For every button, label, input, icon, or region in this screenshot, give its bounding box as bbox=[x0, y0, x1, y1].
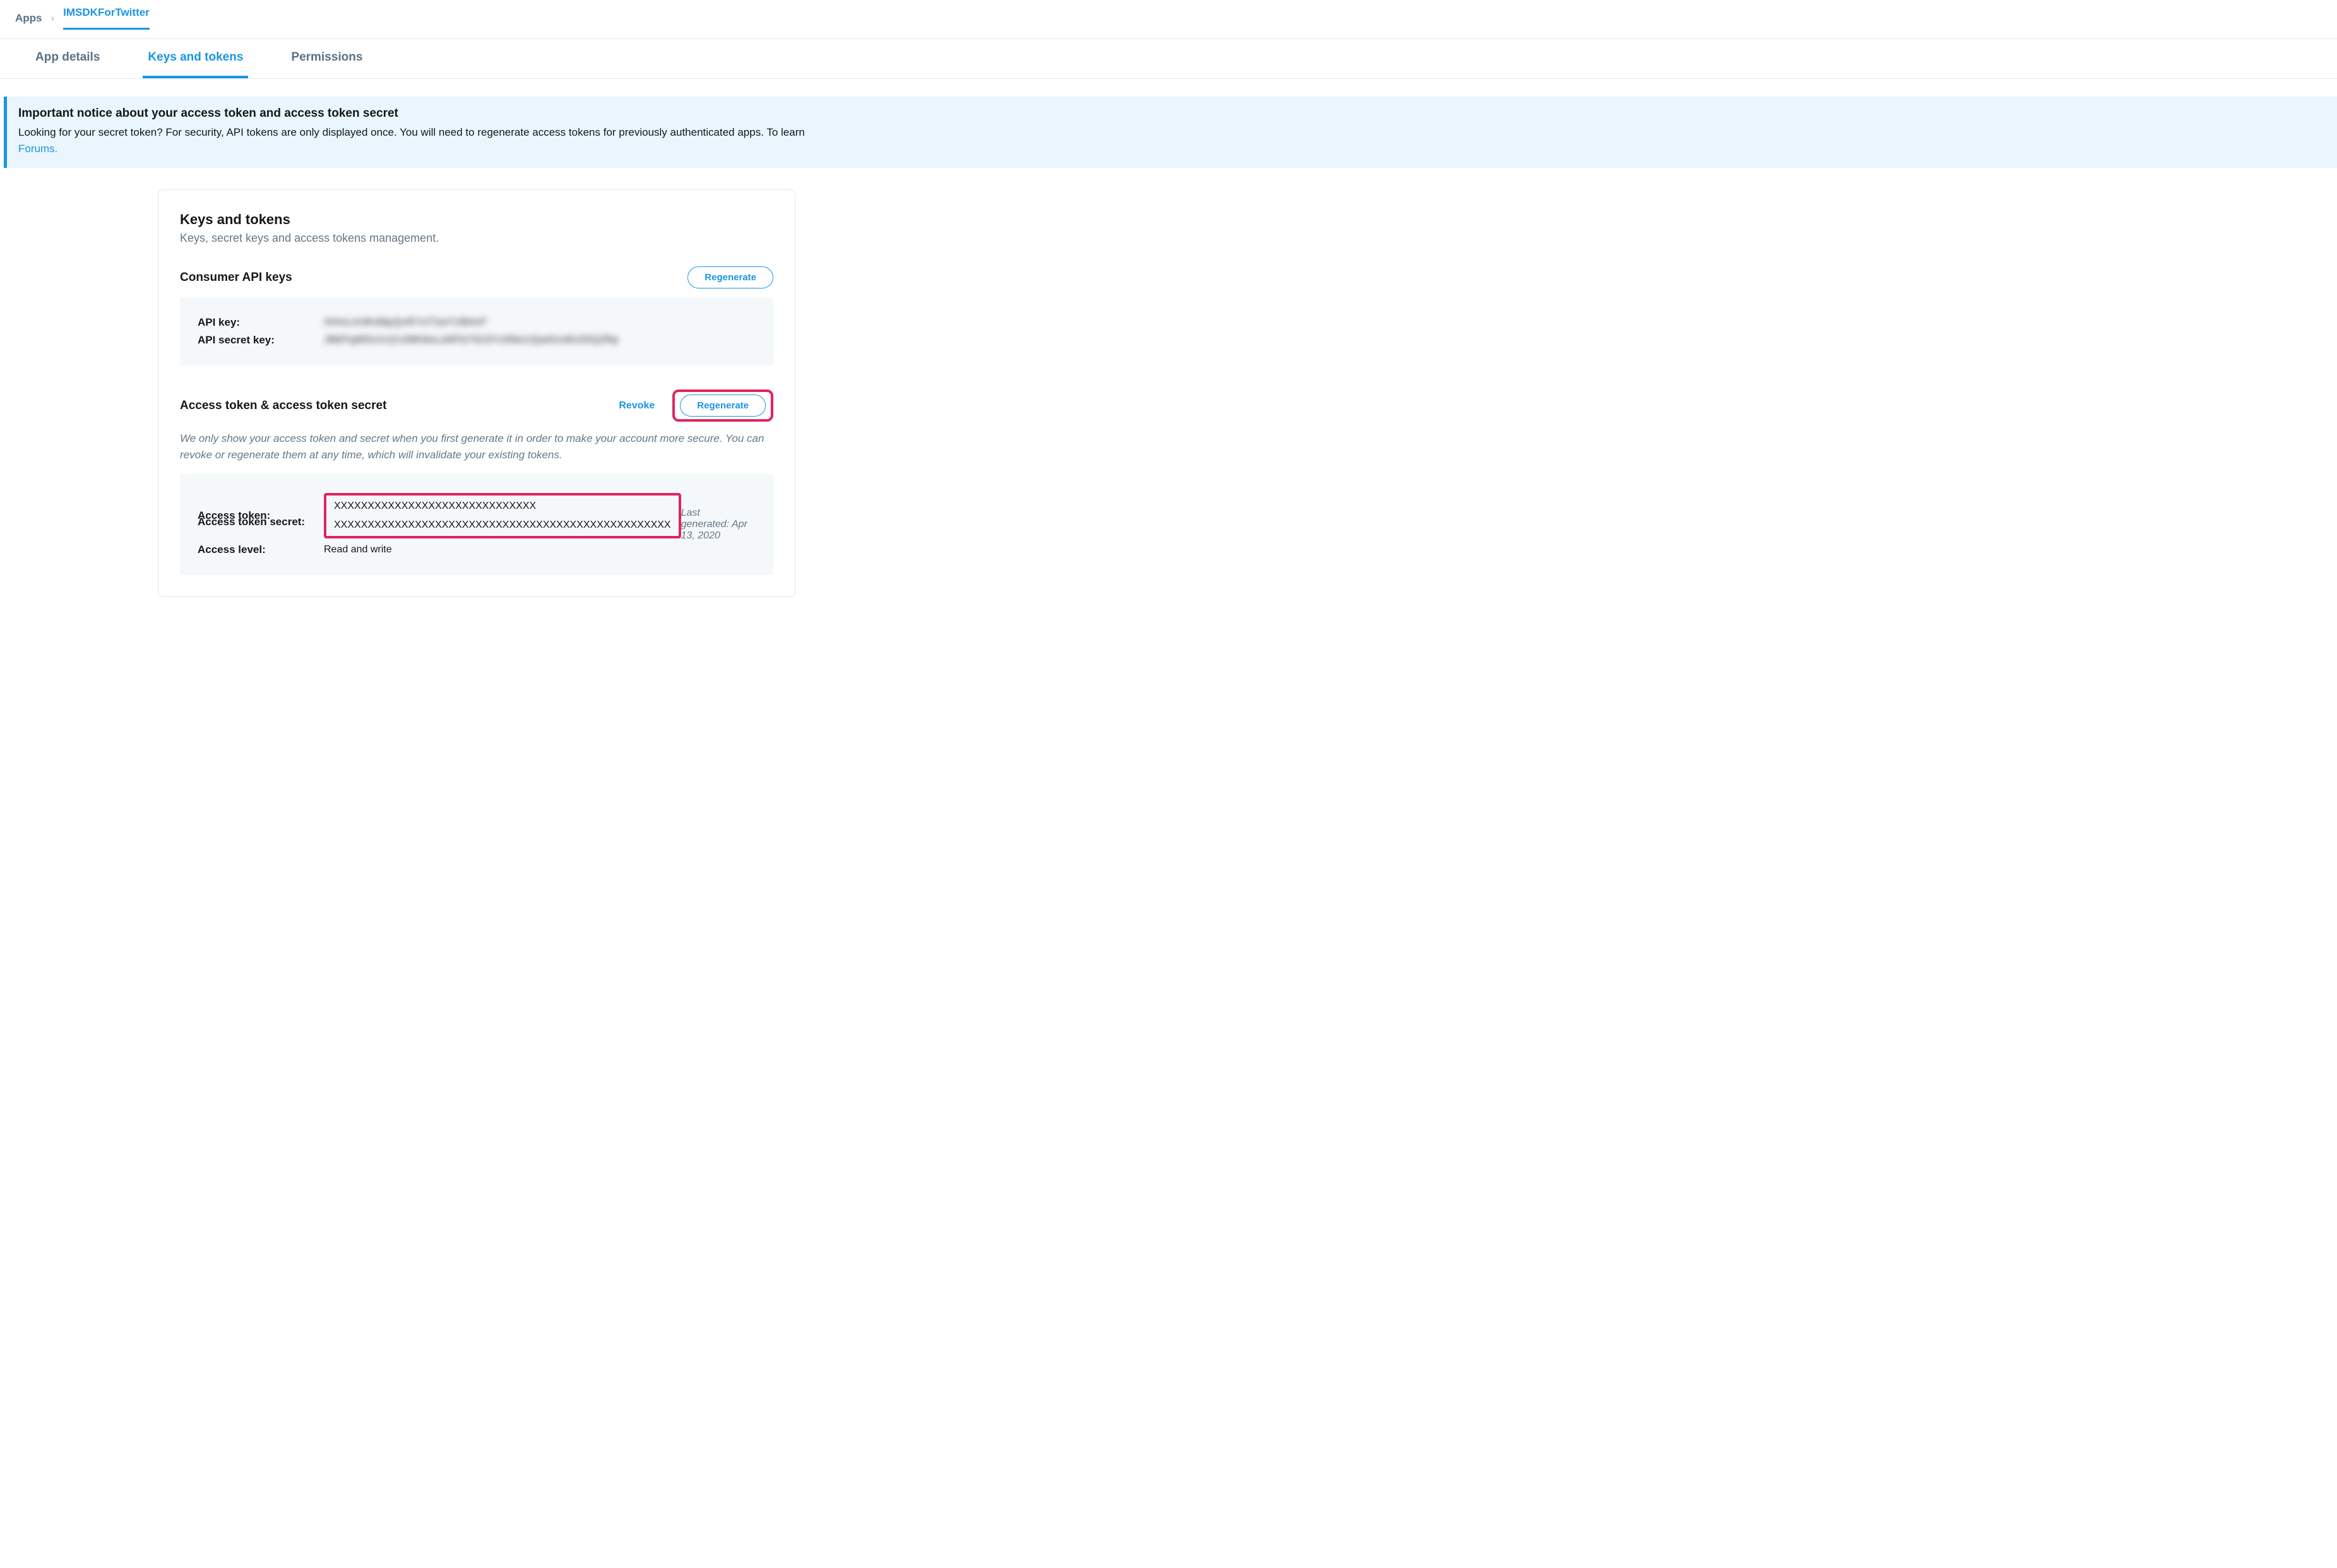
notice-body: Looking for your secret token? For secur… bbox=[18, 124, 2326, 157]
highlight-tokens: XXXXXXXXXXXXXXXXXXXXXXXXXXXXXX XXXXXXXXX… bbox=[324, 493, 681, 538]
breadcrumb-current[interactable]: IMSDKForTwitter bbox=[63, 6, 150, 30]
keys-card: Keys and tokens Keys, secret keys and ac… bbox=[158, 189, 795, 597]
consumer-panel: API key: XHnLm3Kd9pQvR7sT2wYzB4cF API se… bbox=[180, 297, 773, 365]
consumer-heading: Consumer API keys bbox=[180, 271, 292, 285]
tab-permissions[interactable]: Permissions bbox=[286, 39, 367, 78]
tab-keys-tokens[interactable]: Keys and tokens bbox=[143, 39, 248, 78]
tab-bar: App details Keys and tokens Permissions bbox=[0, 39, 2337, 78]
tab-app-details[interactable]: App details bbox=[30, 39, 105, 78]
notice-banner: Important notice about your access token… bbox=[4, 97, 2337, 168]
breadcrumb-root[interactable]: Apps bbox=[15, 12, 42, 25]
access-token-value: XXXXXXXXXXXXXXXXXXXXXXXXXXXXXX bbox=[334, 501, 671, 512]
consumer-regenerate-button[interactable]: Regenerate bbox=[687, 266, 773, 288]
access-heading: Access token & access token secret bbox=[180, 399, 386, 413]
access-secret-value: XXXXXXXXXXXXXXXXXXXXXXXXXXXXXXXXXXXXXXXX… bbox=[334, 520, 671, 531]
chevron-right-icon: › bbox=[51, 12, 55, 25]
access-secret-label: Access token secret: bbox=[198, 516, 324, 528]
access-section-head: Access token & access token secret Revok… bbox=[180, 389, 773, 422]
access-revoke-button[interactable]: Revoke bbox=[619, 400, 655, 412]
api-key-label: API key: bbox=[198, 316, 324, 329]
access-regenerate-button[interactable]: Regenerate bbox=[680, 395, 766, 417]
api-secret-label: API secret key: bbox=[198, 334, 324, 347]
notice-forums-link[interactable]: Forums. bbox=[18, 143, 57, 155]
card-subtitle: Keys, secret keys and access tokens mana… bbox=[180, 232, 773, 245]
api-key-value: XHnLm3Kd9pQvR7sT2wYzB4cF bbox=[324, 317, 487, 328]
access-timestamp: Last generated: Apr 13, 2020 bbox=[681, 508, 756, 542]
card-title: Keys and tokens bbox=[180, 211, 773, 228]
access-level-label: Access level: bbox=[198, 543, 324, 556]
access-description: We only show your access token and secre… bbox=[180, 431, 773, 463]
highlight-regenerate: Regenerate bbox=[672, 389, 773, 422]
access-level-value: Read and write bbox=[324, 544, 392, 555]
breadcrumb: Apps › IMSDKForTwitter bbox=[0, 0, 2337, 39]
notice-title: Important notice about your access token… bbox=[18, 107, 2326, 121]
access-panel: Access token: XXXXXXXXXXXXXXXXXXXXXXXXXX… bbox=[180, 474, 773, 575]
consumer-section-head: Consumer API keys Regenerate bbox=[180, 266, 773, 288]
api-secret-value: J8kPqW5nVxZr2Mh9sLd4Fb7Gt3Yc6Ne1Qa0Uv8Ix… bbox=[324, 335, 619, 346]
